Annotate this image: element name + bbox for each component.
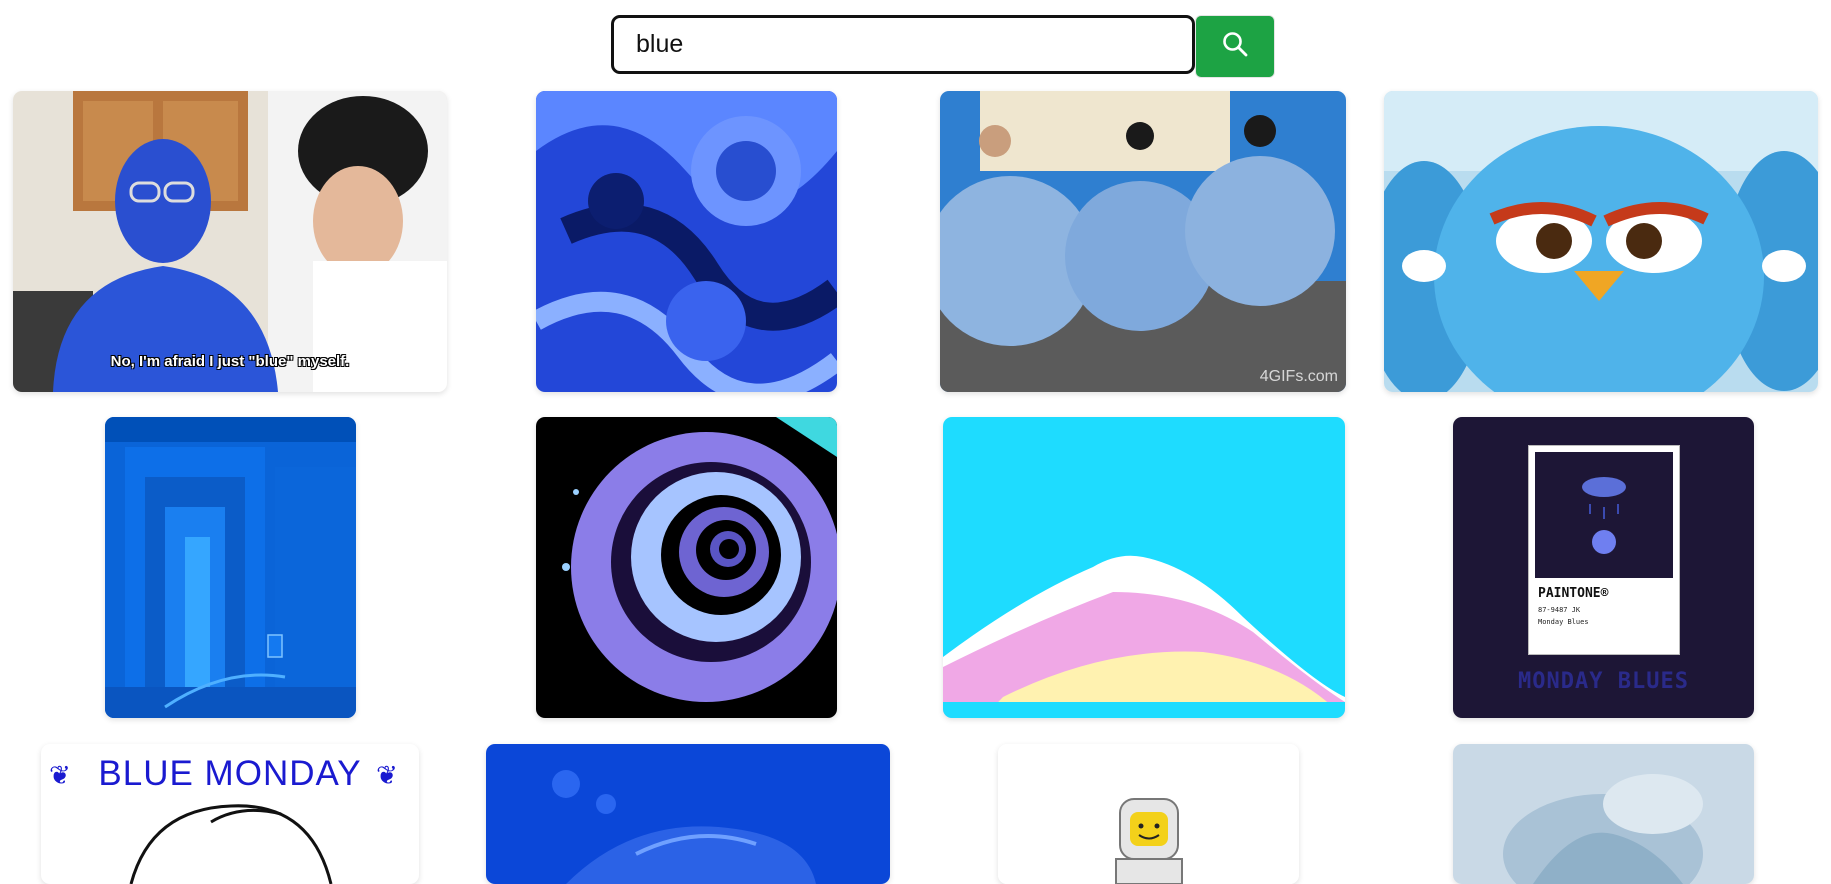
gif-blue-myself[interactable]: No, I'm afraid I just "blue" myself. xyxy=(13,91,447,392)
gif-blue-hallway[interactable] xyxy=(105,417,356,718)
search-input[interactable] xyxy=(611,15,1195,74)
gif-banner-text: MONDAY BLUES xyxy=(1518,669,1689,694)
svg-text:❦: ❦ xyxy=(376,761,398,791)
search-icon xyxy=(1221,30,1249,63)
gif-blue-swirl[interactable] xyxy=(536,91,837,392)
paintone-title: PAINTONE® xyxy=(1538,586,1609,601)
gif-pale-blue-figure[interactable] xyxy=(1453,744,1754,884)
paintone-name: Monday Blues xyxy=(1538,618,1589,626)
paintone-card: PAINTONE® 87-9487 JK Monday Blues xyxy=(1528,445,1680,655)
paintone-swatch xyxy=(1535,452,1673,578)
search-button[interactable] xyxy=(1195,15,1275,78)
gif-caption: No, I'm afraid I just "blue" myself. xyxy=(110,353,350,370)
svg-text:❦: ❦ xyxy=(49,761,71,791)
gif-blue-angry-bird[interactable] xyxy=(1384,91,1818,392)
gif-watermark: 4GIFs.com xyxy=(1259,368,1338,385)
gif-blue-sleeping-figure[interactable] xyxy=(486,744,890,884)
search-bar xyxy=(611,15,1275,78)
paintone-code: 87-9487 JK xyxy=(1538,606,1581,614)
gif-lego-astronaut[interactable] xyxy=(998,744,1299,884)
gif-blue-balloon-suits[interactable]: 4GIFs.com xyxy=(940,91,1346,392)
gif-pastel-mountain[interactable] xyxy=(943,417,1345,718)
gif-monday-blues[interactable]: PAINTONE® 87-9487 JK Monday Blues MONDAY… xyxy=(1453,417,1754,718)
gif-blue-monday[interactable]: BLUE MONDAY ❦ ❦ xyxy=(41,744,419,884)
gif-blue-spiral-tunnel[interactable] xyxy=(536,417,837,718)
